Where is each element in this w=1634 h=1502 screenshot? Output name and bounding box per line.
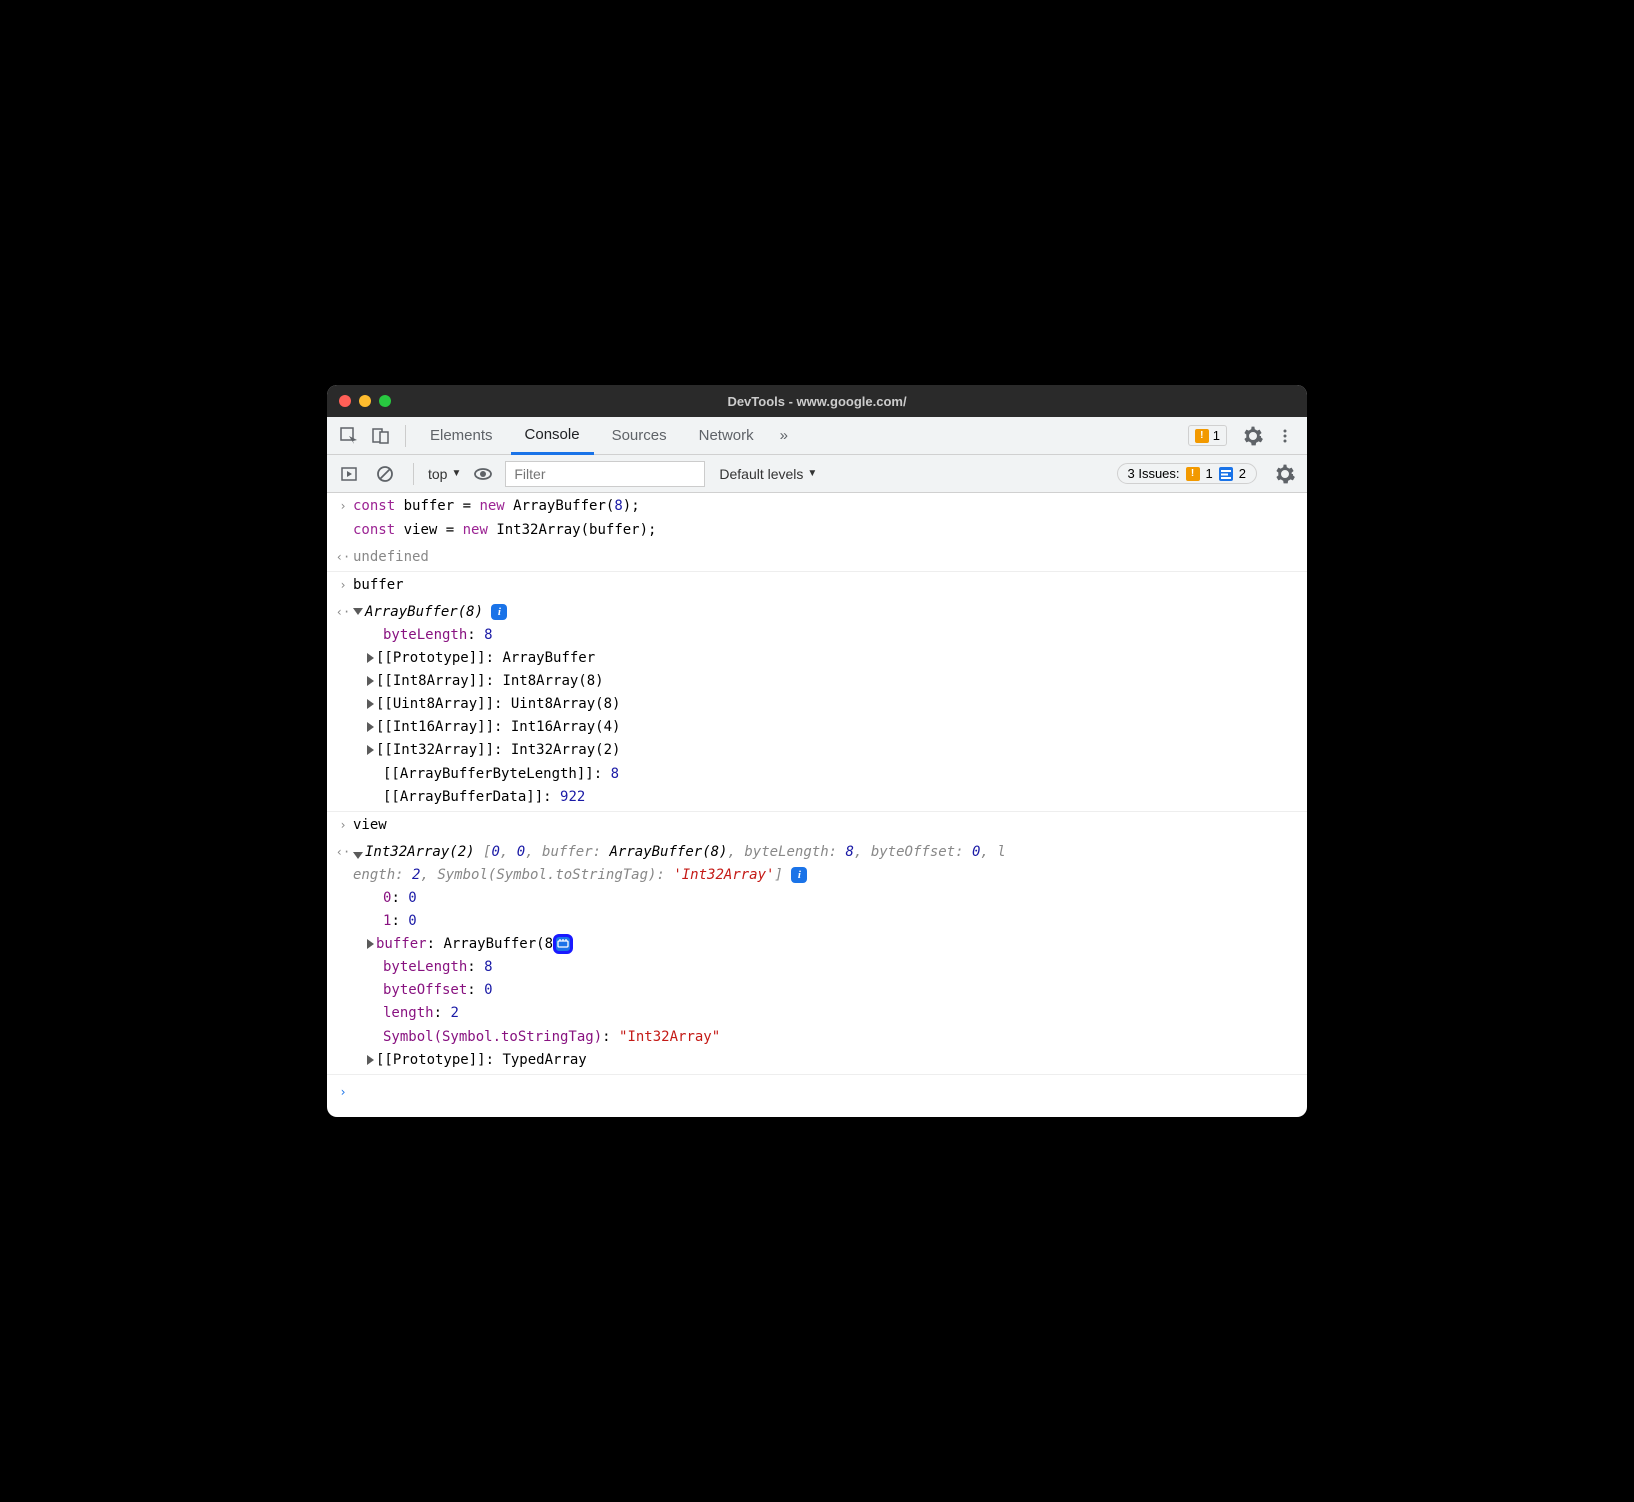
main-toolbar: Elements Console Sources Network » ! 1 xyxy=(327,417,1307,455)
input-chevron-icon: › xyxy=(333,495,353,541)
settings-gear-icon[interactable] xyxy=(1239,422,1267,450)
console-result-row: ‹· ArrayBuffer(8) i byteLength: 8 [[Prot… xyxy=(327,599,1307,812)
tab-sources[interactable]: Sources xyxy=(598,417,681,455)
warnings-badge[interactable]: ! 1 xyxy=(1188,425,1227,446)
separator xyxy=(413,463,414,485)
prompt-chevron-icon: › xyxy=(333,1081,353,1103)
input-chevron-icon: › xyxy=(333,814,353,837)
warning-icon: ! xyxy=(1186,467,1200,481)
console-toolbar: top ▼ Default levels ▼ 3 Issues: ! 1 2 xyxy=(327,455,1307,493)
device-toolbar-icon[interactable] xyxy=(367,422,395,450)
tab-network[interactable]: Network xyxy=(685,417,768,455)
tab-console[interactable]: Console xyxy=(511,417,594,455)
object-property[interactable]: buffer: ArrayBuffer(8 xyxy=(333,933,1299,956)
disclosure-triangle-icon[interactable] xyxy=(367,722,374,732)
tab-more[interactable]: » xyxy=(772,417,796,455)
console-result-row: ‹· undefined xyxy=(327,544,1307,572)
object-property[interactable]: byteLength: 8 xyxy=(333,956,1299,979)
output-chevron-icon: ‹· xyxy=(333,546,353,569)
issues-info-count: 2 xyxy=(1239,466,1246,481)
code-line: buffer xyxy=(353,574,1299,597)
object-property[interactable]: [[Int16Array]]: Int16Array(4) xyxy=(333,716,1299,739)
code-line: const buffer = new ArrayBuffer(8); const… xyxy=(353,495,1299,541)
result-undefined: undefined xyxy=(353,546,1299,569)
disclosure-triangle-icon[interactable] xyxy=(367,653,374,663)
object-property[interactable]: 1: 0 xyxy=(333,910,1299,933)
object-property[interactable]: byteOffset: 0 xyxy=(333,979,1299,1002)
console-settings-gear-icon[interactable] xyxy=(1271,460,1299,488)
memory-inspector-icon[interactable] xyxy=(553,934,573,954)
issues-warn-count: 1 xyxy=(1206,466,1213,481)
input-chevron-icon: › xyxy=(333,574,353,597)
traffic-lights xyxy=(339,395,391,407)
info-badge-icon[interactable]: i xyxy=(791,867,807,883)
toggle-sidebar-icon[interactable] xyxy=(335,460,363,488)
warnings-count: 1 xyxy=(1213,428,1220,443)
output-chevron-icon: ‹· xyxy=(333,601,353,624)
object-property[interactable]: [[Prototype]]: TypedArray xyxy=(333,1049,1299,1072)
info-badge-icon[interactable]: i xyxy=(491,604,507,620)
close-window-button[interactable] xyxy=(339,395,351,407)
live-expression-icon[interactable] xyxy=(469,460,497,488)
object-property[interactable]: [[Int32Array]]: Int32Array(2) xyxy=(333,739,1299,762)
titlebar: DevTools - www.google.com/ xyxy=(327,385,1307,417)
disclosure-triangle-icon[interactable] xyxy=(367,939,374,949)
issues-button[interactable]: 3 Issues: ! 1 2 xyxy=(1117,463,1258,484)
console-input-row[interactable]: › buffer xyxy=(327,572,1307,599)
devtools-window: DevTools - www.google.com/ Elements Cons… xyxy=(327,385,1307,1116)
object-property[interactable]: byteLength: 8 xyxy=(333,624,1299,647)
context-label: top xyxy=(428,466,447,482)
object-property[interactable]: [[ArrayBufferByteLength]]: 8 xyxy=(333,763,1299,786)
filter-input[interactable] xyxy=(505,461,705,487)
object-property[interactable]: [[Int8Array]]: Int8Array(8) xyxy=(333,670,1299,693)
inspect-element-icon[interactable] xyxy=(335,422,363,450)
context-selector[interactable]: top ▼ xyxy=(428,466,461,482)
console-input-row[interactable]: › view xyxy=(327,812,1307,839)
object-property[interactable]: 0: 0 xyxy=(333,887,1299,910)
disclosure-triangle-icon[interactable] xyxy=(367,699,374,709)
prompt-input[interactable] xyxy=(353,1081,1299,1103)
object-property[interactable]: Symbol(Symbol.toStringTag): "Int32Array" xyxy=(333,1026,1299,1049)
window-title: DevTools - www.google.com/ xyxy=(727,394,906,409)
disclosure-triangle-icon[interactable] xyxy=(353,852,363,859)
more-menu-icon[interactable] xyxy=(1271,422,1299,450)
object-property[interactable]: [[Uint8Array]]: Uint8Array(8) xyxy=(333,693,1299,716)
code-line: view xyxy=(353,814,1299,837)
minimize-window-button[interactable] xyxy=(359,395,371,407)
separator xyxy=(405,425,406,447)
tab-elements[interactable]: Elements xyxy=(416,417,507,455)
object-property[interactable]: length: 2 xyxy=(333,1002,1299,1025)
disclosure-triangle-icon[interactable] xyxy=(367,745,374,755)
console-output: › const buffer = new ArrayBuffer(8); con… xyxy=(327,493,1307,1116)
issues-label: 3 Issues: xyxy=(1128,466,1180,481)
info-icon xyxy=(1219,467,1233,481)
console-prompt[interactable]: › xyxy=(327,1074,1307,1113)
object-header[interactable]: ArrayBuffer(8) i xyxy=(353,601,1299,624)
log-levels-selector[interactable]: Default levels ▼ xyxy=(719,466,817,482)
disclosure-triangle-icon[interactable] xyxy=(367,676,374,686)
levels-label: Default levels xyxy=(719,466,803,482)
warning-icon: ! xyxy=(1195,429,1209,443)
output-chevron-icon: ‹· xyxy=(333,841,353,887)
object-header[interactable]: Int32Array(2) [0, 0, buffer: ArrayBuffer… xyxy=(353,841,1299,887)
console-input-row[interactable]: › const buffer = new ArrayBuffer(8); con… xyxy=(327,493,1307,543)
disclosure-triangle-icon[interactable] xyxy=(367,1055,374,1065)
maximize-window-button[interactable] xyxy=(379,395,391,407)
object-property[interactable]: [[Prototype]]: ArrayBuffer xyxy=(333,647,1299,670)
clear-console-icon[interactable] xyxy=(371,460,399,488)
disclosure-triangle-icon[interactable] xyxy=(353,608,363,615)
console-result-row: ‹· Int32Array(2) [0, 0, buffer: ArrayBuf… xyxy=(327,839,1307,1074)
object-property[interactable]: [[ArrayBufferData]]: 922 xyxy=(333,786,1299,809)
